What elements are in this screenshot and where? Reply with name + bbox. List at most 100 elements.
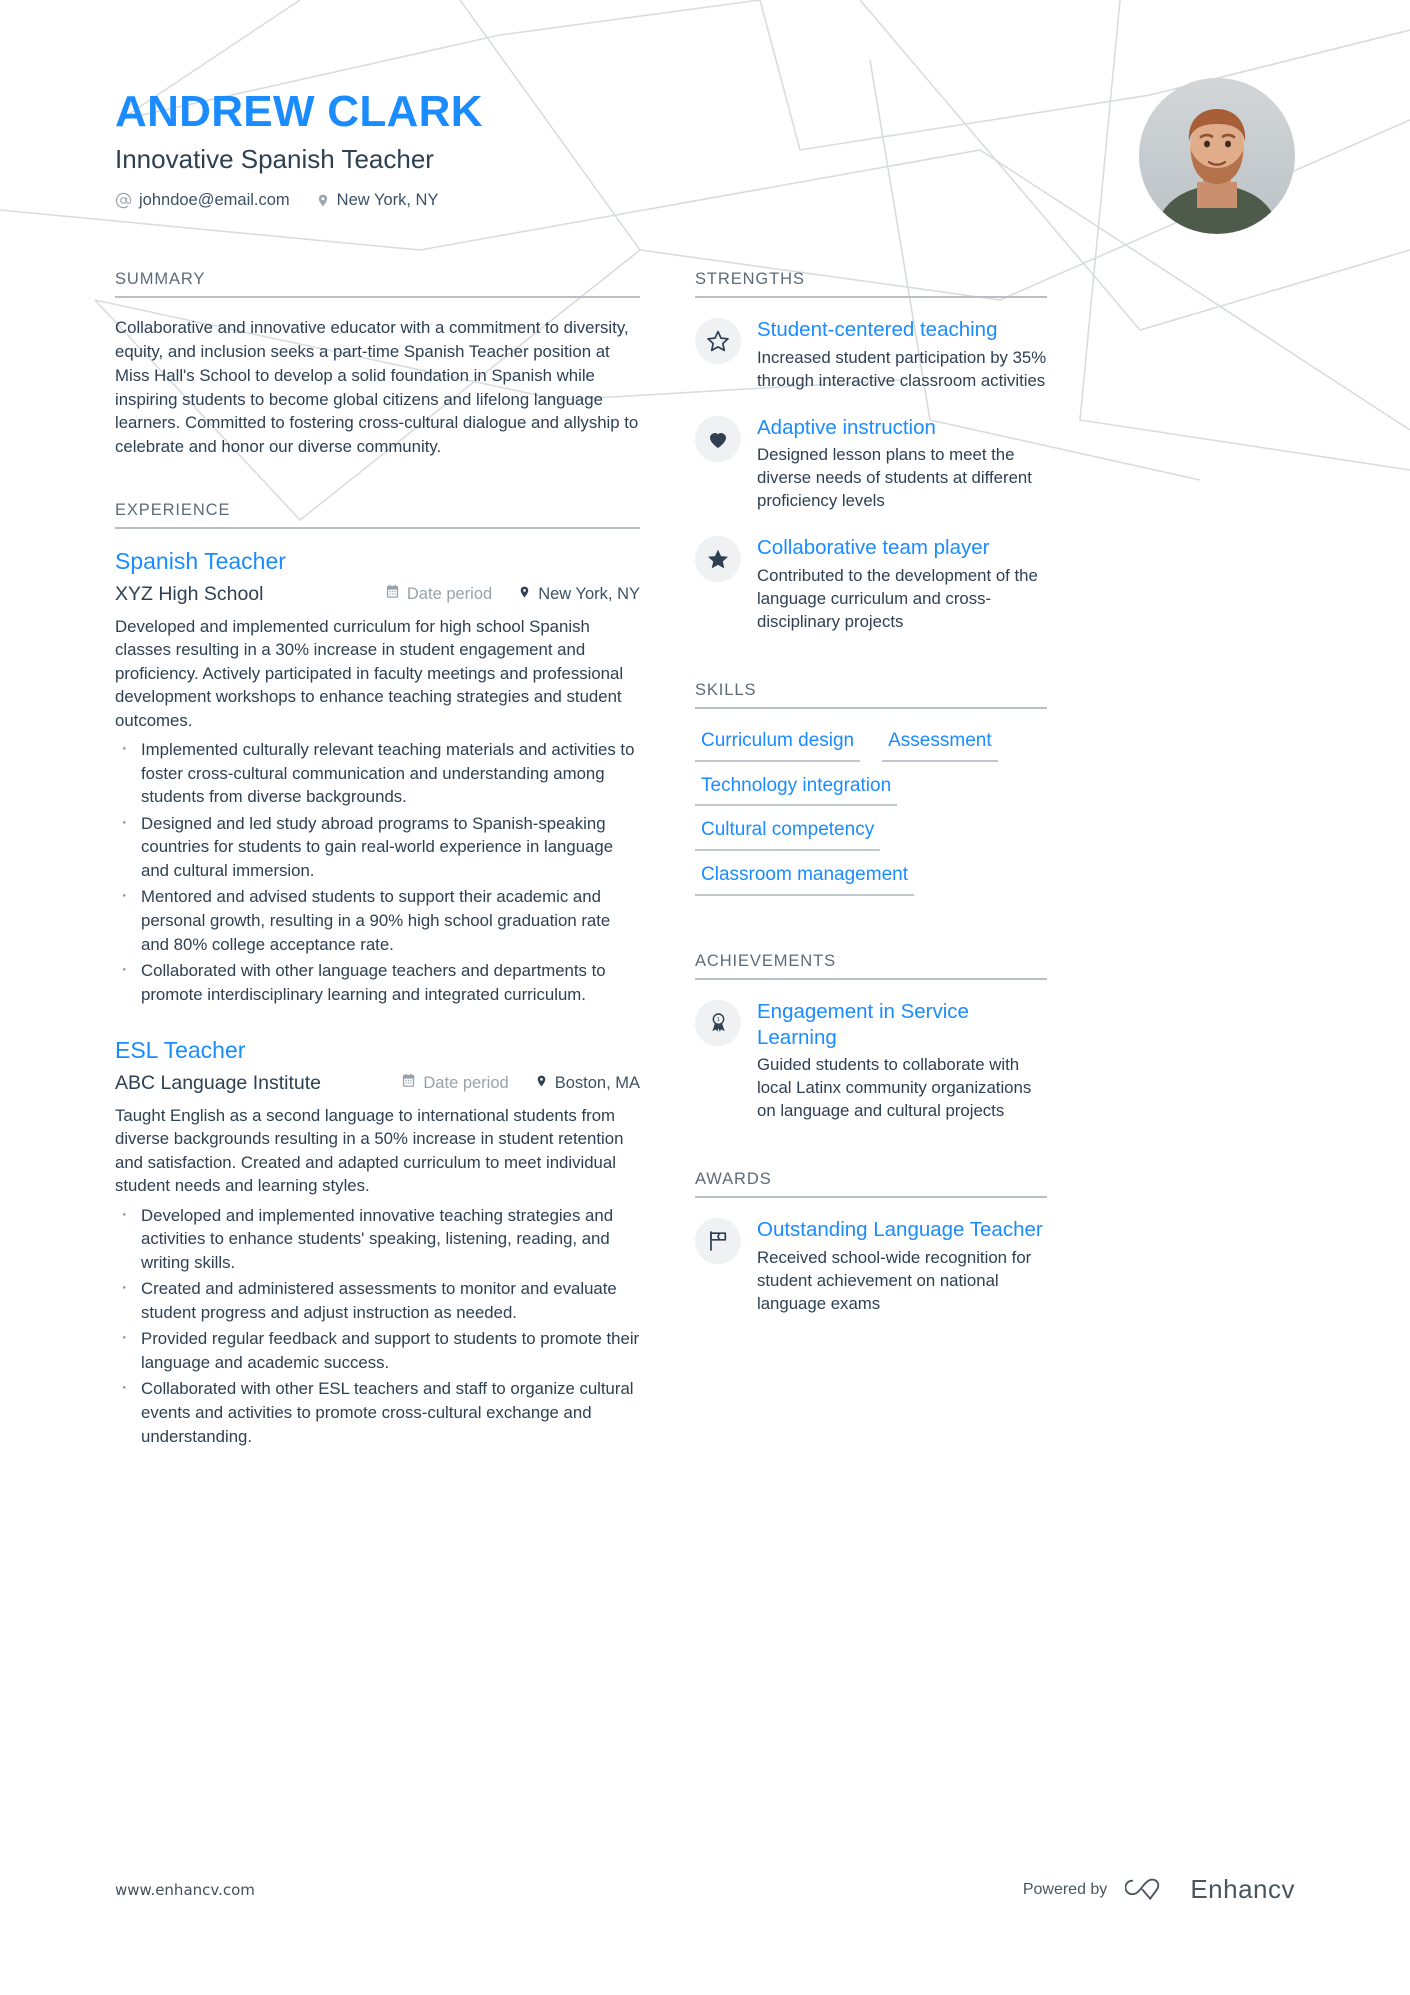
award-title: Outstanding Language Teacher bbox=[757, 1218, 1043, 1242]
skills-list: Curriculum design Assessment Technology … bbox=[695, 727, 1047, 896]
section-experience: EXPERIENCE Spanish Teacher XYZ High Scho… bbox=[115, 501, 640, 1448]
section-rule bbox=[695, 1196, 1047, 1199]
strength-item: Collaborative team player Contributed to… bbox=[695, 534, 1047, 633]
list-item: Collaborated with other ESL teachers and… bbox=[115, 1374, 640, 1448]
experience-location-text: Boston, MA bbox=[554, 1073, 640, 1092]
experience-meta: ABC Language Institute Date period Bosto… bbox=[115, 1072, 640, 1095]
award-description: Received school-wide recognition for stu… bbox=[757, 1247, 1032, 1313]
contact-location: New York, NY bbox=[316, 190, 439, 210]
section-summary: SUMMARY Collaborative and innovative edu… bbox=[115, 270, 640, 459]
section-rule bbox=[695, 977, 1047, 980]
section-title-summary: SUMMARY bbox=[115, 270, 206, 288]
list-item: Developed and implemented innovative tea… bbox=[115, 1200, 640, 1275]
strength-body: Student-centered teaching Increased stud… bbox=[757, 316, 1047, 392]
section-title-awards: AWARDS bbox=[695, 1170, 772, 1189]
experience-date-text: Date period bbox=[406, 584, 493, 603]
strength-item: Adaptive instruction Designed lesson pla… bbox=[695, 414, 1047, 513]
enhancv-brand[interactable]: Enhancv bbox=[1124, 1872, 1295, 1907]
section-title-skills: SKILLS bbox=[695, 680, 757, 699]
strength-body: Collaborative team player Contributed to… bbox=[757, 534, 1047, 633]
list-item: Collaborated with other language teacher… bbox=[115, 955, 640, 1006]
skill-tag[interactable]: Classroom management bbox=[695, 861, 914, 896]
section-rule bbox=[695, 706, 1047, 709]
experience-role: Spanish Teacher bbox=[115, 548, 286, 575]
strength-body: Adaptive instruction Designed lesson pla… bbox=[757, 414, 1047, 513]
map-pin-icon bbox=[518, 584, 531, 605]
award-body: Outstanding Language Teacher Received sc… bbox=[757, 1216, 1047, 1315]
skill-tag[interactable]: Curriculum design bbox=[695, 727, 861, 762]
contact-row: johndoe@email.com New York, NY bbox=[115, 191, 483, 210]
section-skills: SKILLS Curriculum design Assessment Tech… bbox=[695, 681, 1047, 896]
achievement-body: Engagement in Service Learning Guided st… bbox=[757, 998, 1047, 1122]
section-title-experience: EXPERIENCE bbox=[115, 501, 231, 520]
section-title-achievements: ACHIEVEMENTS bbox=[695, 951, 836, 970]
enhancv-logo-icon bbox=[1124, 1872, 1179, 1907]
section-rule bbox=[115, 296, 640, 298]
strength-title: Student-centered teaching bbox=[757, 318, 998, 341]
list-item: Created and administered assessments to … bbox=[115, 1273, 640, 1324]
strength-description: Increased student participation by 35% t… bbox=[757, 347, 1047, 390]
experience-bullets: Developed and implemented innovative tea… bbox=[115, 1200, 640, 1448]
right-column: STRENGTHS Student-centered teaching Incr… bbox=[695, 270, 1047, 1478]
section-strengths: STRENGTHS Student-centered teaching Incr… bbox=[695, 270, 1047, 633]
contact-email-text: johndoe@email.com bbox=[139, 190, 290, 209]
job-title: Innovative Spanish Teacher bbox=[115, 143, 434, 174]
at-icon bbox=[115, 192, 132, 209]
footer-branding: Powered by Enhancv bbox=[1023, 1872, 1295, 1907]
summary-text: Collaborative and innovative educator wi… bbox=[115, 318, 639, 457]
list-item: Provided regular feedback and support to… bbox=[115, 1323, 640, 1374]
skill-tag[interactable]: Cultural competency bbox=[695, 816, 881, 852]
achievement-description: Guided students to collaborate with loca… bbox=[757, 1055, 1032, 1121]
resume-page: ANDREW CLARK Innovative Spanish Teacher … bbox=[0, 0, 1410, 1995]
experience-company: ABC Language Institute bbox=[115, 1071, 321, 1094]
list-item: Implemented culturally relevant teaching… bbox=[115, 734, 640, 809]
achievement-item: 1 Engagement in Service Learning Guided … bbox=[695, 998, 1047, 1122]
map-pin-icon bbox=[535, 1073, 548, 1094]
footer-website-link[interactable]: www.enhancv.com bbox=[115, 1881, 255, 1899]
strength-title: Adaptive instruction bbox=[757, 415, 936, 439]
heart-filled-icon bbox=[695, 415, 741, 462]
experience-meta: XYZ High School Date period New York, NY bbox=[115, 583, 640, 606]
resume-header: ANDREW CLARK Innovative Spanish Teacher … bbox=[115, 0, 1295, 234]
contact-location-text: New York, NY bbox=[336, 190, 439, 209]
strength-item: Student-centered teaching Increased stud… bbox=[695, 316, 1047, 392]
skill-tag[interactable]: Technology integration bbox=[695, 772, 898, 807]
experience-location: New York, NY bbox=[518, 584, 640, 605]
experience-description: Developed and implemented curriculum for… bbox=[115, 616, 624, 730]
experience-company: XYZ High School bbox=[115, 582, 264, 605]
experience-date-text: Date period bbox=[423, 1073, 509, 1092]
skill-tag[interactable]: Assessment bbox=[882, 727, 998, 762]
list-item: Designed and led study abroad programs t… bbox=[115, 808, 640, 883]
contact-email[interactable]: johndoe@email.com bbox=[115, 191, 290, 210]
strength-title: Collaborative team player bbox=[757, 536, 990, 560]
powered-by-label: Powered by bbox=[1022, 1880, 1108, 1898]
experience-date: Date period bbox=[385, 584, 492, 604]
medal-ribbon-icon: 1 bbox=[695, 999, 741, 1046]
map-pin-icon bbox=[316, 192, 330, 209]
svg-text:1: 1 bbox=[717, 1018, 720, 1024]
section-rule bbox=[115, 527, 640, 530]
section-awards: AWARDS Outstanding Language Teacher Rece… bbox=[695, 1170, 1047, 1315]
experience-item: Spanish Teacher XYZ High School Date per… bbox=[115, 547, 640, 1006]
experience-location-text: New York, NY bbox=[538, 584, 640, 603]
experience-description: Taught English as a second language to i… bbox=[115, 1105, 624, 1196]
experience-date: Date period bbox=[401, 1073, 509, 1093]
achievement-title: Engagement in Service Learning bbox=[757, 999, 969, 1049]
resume-columns: SUMMARY Collaborative and innovative edu… bbox=[115, 270, 1295, 1478]
enhancv-brand-name: Enhancv bbox=[1190, 1874, 1295, 1904]
experience-location: Boston, MA bbox=[535, 1073, 640, 1094]
left-column: SUMMARY Collaborative and innovative edu… bbox=[115, 270, 640, 1478]
avatar bbox=[1139, 78, 1295, 234]
strength-description: Designed lesson plans to meet the divers… bbox=[757, 445, 1032, 511]
strength-description: Contributed to the development of the la… bbox=[757, 565, 1038, 631]
star-outline-icon bbox=[695, 318, 741, 364]
experience-item: ESL Teacher ABC Language Institute Date … bbox=[115, 1036, 640, 1448]
calendar-icon bbox=[385, 584, 400, 604]
experience-role: ESL Teacher bbox=[115, 1037, 246, 1064]
section-rule bbox=[695, 296, 1047, 298]
star-filled-icon bbox=[695, 536, 741, 583]
section-title-strengths: STRENGTHS bbox=[695, 270, 805, 288]
